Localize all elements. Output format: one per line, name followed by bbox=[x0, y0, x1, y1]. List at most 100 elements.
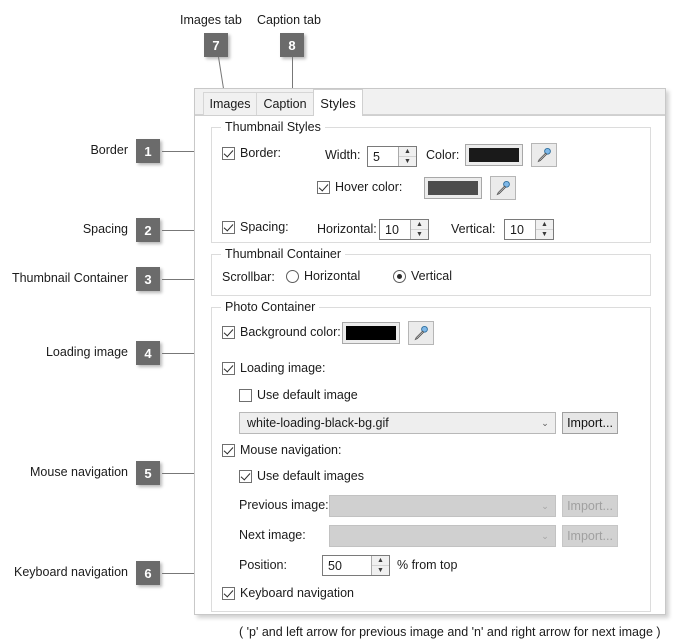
scrollbar-vertical-radio[interactable] bbox=[393, 269, 406, 283]
spacing-checkbox[interactable] bbox=[222, 220, 235, 234]
position-decrement-icon[interactable]: ▼ bbox=[372, 566, 389, 575]
spacing-horizontal-increment-icon[interactable]: ▲ bbox=[411, 220, 428, 230]
next-image-label: Next image: bbox=[239, 528, 306, 542]
spacing-vertical-label-wrap: Vertical: bbox=[451, 222, 495, 236]
keyboard-navigation-hint: ( 'p' and left arrow for previous image … bbox=[239, 625, 661, 639]
tab-styles-label: Styles bbox=[320, 95, 356, 111]
hover-color-label: Hover color: bbox=[335, 180, 403, 194]
chevron-down-icon[interactable]: ⌄ bbox=[537, 531, 553, 542]
border-width-decrement-icon[interactable]: ▼ bbox=[399, 157, 416, 166]
callout-label-thumbnail-container: Thumbnail Container bbox=[11, 271, 128, 285]
background-color-picker-button[interactable] bbox=[408, 321, 434, 345]
spacing-vertical-increment-icon[interactable]: ▲ bbox=[536, 220, 553, 230]
callout-badge-7: 7 bbox=[204, 33, 228, 57]
scrollbar-label: Scrollbar: bbox=[222, 270, 275, 284]
tab-strip: Images Caption Styles bbox=[195, 89, 665, 116]
scrollbar-option-horizontal[interactable]: Horizontal bbox=[286, 269, 360, 283]
mouse-navigation-checkbox-row[interactable]: Mouse navigation: bbox=[222, 443, 341, 457]
background-color-swatch-button[interactable] bbox=[342, 322, 400, 344]
mouse-navigation-checkbox[interactable] bbox=[222, 443, 235, 457]
spacing-horizontal-label: Horizontal: bbox=[317, 222, 377, 236]
spacing-horizontal-label-wrap: Horizontal: bbox=[317, 222, 377, 236]
scrollbar-horizontal-radio[interactable] bbox=[286, 269, 299, 283]
border-checkbox-row[interactable]: Border: bbox=[222, 146, 281, 160]
spacing-horizontal-input[interactable] bbox=[380, 220, 410, 239]
callout-label-keyboard-navigation: Keyboard navigation bbox=[14, 565, 128, 579]
use-default-images-checkbox-row[interactable]: Use default images bbox=[239, 469, 364, 483]
keyboard-navigation-label: Keyboard navigation bbox=[240, 586, 354, 600]
position-input[interactable] bbox=[323, 556, 371, 575]
background-color-checkbox-row[interactable]: Background color: bbox=[222, 325, 341, 339]
background-color-swatch bbox=[346, 326, 396, 340]
leader-line-8 bbox=[292, 57, 293, 92]
keyboard-navigation-checkbox-row[interactable]: Keyboard navigation bbox=[222, 586, 354, 600]
previous-image-label: Previous image: bbox=[239, 498, 329, 512]
tab-panel-styles: Thumbnail Styles Border: Width: ▲ ▼ Colo… bbox=[195, 115, 665, 639]
callout-badge-6: 6 bbox=[136, 561, 160, 585]
next-image-combobox[interactable]: ⌄ bbox=[329, 525, 556, 547]
position-suffix: % from top bbox=[397, 558, 458, 572]
hover-color-picker-button[interactable] bbox=[490, 176, 516, 200]
previous-image-combobox[interactable]: ⌄ bbox=[329, 495, 556, 517]
position-suffix-wrap: % from top bbox=[397, 558, 457, 572]
scrollbar-option-vertical[interactable]: Vertical bbox=[393, 269, 452, 283]
eyedropper-icon bbox=[496, 180, 510, 196]
keyboard-navigation-checkbox[interactable] bbox=[222, 586, 235, 600]
spacing-vertical-decrement-icon[interactable]: ▼ bbox=[536, 230, 553, 239]
background-color-checkbox[interactable] bbox=[222, 325, 235, 339]
spacing-vertical-input[interactable] bbox=[505, 220, 535, 239]
loading-image-combobox[interactable]: white-loading-black-bg.gif ⌄ bbox=[239, 412, 556, 434]
callout-label-border: Border bbox=[90, 143, 128, 157]
keyboard-navigation-hint-wrap: ( 'p' and left arrow for previous image … bbox=[239, 625, 661, 639]
tab-images[interactable]: Images bbox=[203, 92, 257, 115]
spacing-vertical-label: Vertical: bbox=[451, 222, 496, 236]
use-default-images-label: Use default images bbox=[257, 469, 365, 483]
spacing-vertical-stepper-buttons[interactable]: ▲ ▼ bbox=[535, 220, 553, 239]
border-width-label-wrap: Width: bbox=[325, 148, 360, 162]
position-stepper-buttons[interactable]: ▲ ▼ bbox=[371, 556, 389, 575]
use-default-image-checkbox[interactable] bbox=[239, 388, 252, 402]
use-default-images-checkbox[interactable] bbox=[239, 469, 252, 483]
loading-image-checkbox-row[interactable]: Loading image: bbox=[222, 361, 325, 375]
tab-styles[interactable]: Styles bbox=[313, 89, 363, 116]
position-stepper[interactable]: ▲ ▼ bbox=[322, 555, 390, 576]
callout-badge-1: 1 bbox=[136, 139, 160, 163]
previous-image-import-button[interactable]: Import... bbox=[562, 495, 618, 517]
chevron-down-icon[interactable]: ⌄ bbox=[537, 501, 553, 512]
next-image-label-wrap: Next image: bbox=[239, 528, 306, 542]
group-thumbnail-container: Thumbnail Container Scrollbar: Horizonta… bbox=[211, 247, 651, 296]
spacing-checkbox-row[interactable]: Spacing: bbox=[222, 220, 289, 234]
next-image-import-label: Import... bbox=[567, 529, 613, 543]
tab-caption[interactable]: Caption bbox=[256, 92, 314, 115]
border-color-swatch-button[interactable] bbox=[465, 144, 523, 166]
loading-image-checkbox[interactable] bbox=[222, 361, 235, 375]
use-default-image-checkbox-row[interactable]: Use default image bbox=[239, 388, 358, 402]
callout-badge-5: 5 bbox=[136, 461, 160, 485]
border-label: Border: bbox=[240, 146, 281, 160]
use-default-image-label: Use default image bbox=[257, 388, 358, 402]
spacing-horizontal-stepper-buttons[interactable]: ▲ ▼ bbox=[410, 220, 428, 239]
border-color-label: Color: bbox=[426, 148, 460, 162]
group-title-photo-container: Photo Container bbox=[221, 300, 320, 314]
border-width-input[interactable] bbox=[368, 147, 398, 166]
spacing-vertical-stepper[interactable]: ▲ ▼ bbox=[504, 219, 554, 240]
hover-color-swatch-button[interactable] bbox=[424, 177, 482, 199]
group-thumbnail-styles: Thumbnail Styles Border: Width: ▲ ▼ Colo… bbox=[211, 120, 651, 243]
scrollbar-vertical-label: Vertical bbox=[411, 269, 452, 283]
loading-image-import-button[interactable]: Import... bbox=[562, 412, 618, 434]
hover-color-checkbox[interactable] bbox=[317, 180, 330, 194]
border-width-increment-icon[interactable]: ▲ bbox=[399, 147, 416, 157]
chevron-down-icon[interactable]: ⌄ bbox=[537, 418, 553, 429]
hover-color-checkbox-row[interactable]: Hover color: bbox=[317, 180, 402, 194]
spacing-horizontal-stepper[interactable]: ▲ ▼ bbox=[379, 219, 429, 240]
border-checkbox[interactable] bbox=[222, 146, 235, 160]
border-width-stepper-buttons[interactable]: ▲ ▼ bbox=[398, 147, 416, 166]
position-label: Position: bbox=[239, 558, 287, 572]
border-color-picker-button[interactable] bbox=[531, 143, 557, 167]
position-increment-icon[interactable]: ▲ bbox=[372, 556, 389, 566]
next-image-import-button[interactable]: Import... bbox=[562, 525, 618, 547]
border-width-stepper[interactable]: ▲ ▼ bbox=[367, 146, 417, 167]
callout-badge-4: 4 bbox=[136, 341, 160, 365]
spacing-horizontal-decrement-icon[interactable]: ▼ bbox=[411, 230, 428, 239]
tab-images-label: Images bbox=[209, 97, 251, 111]
